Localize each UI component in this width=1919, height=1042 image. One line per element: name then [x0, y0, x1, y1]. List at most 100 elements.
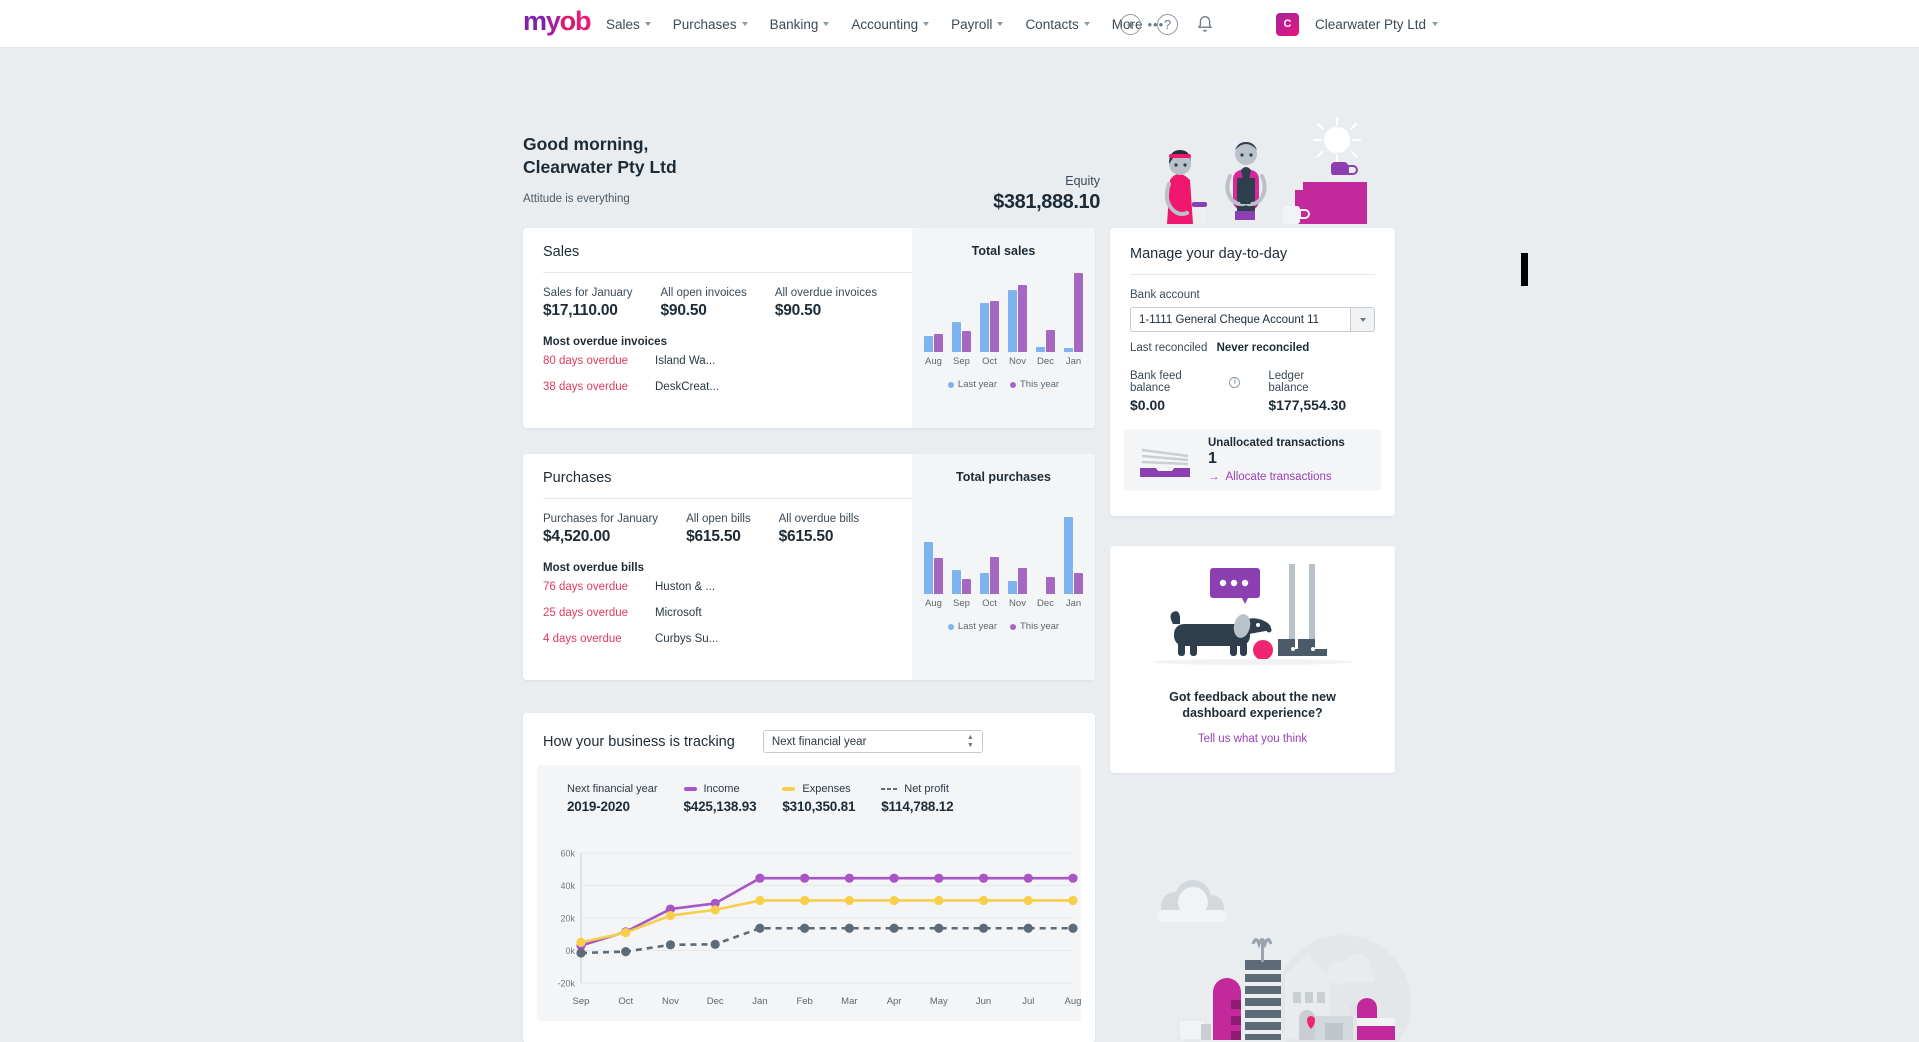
- nav-item-contacts[interactable]: Contacts: [1025, 17, 1090, 32]
- y-axis-tick-label: 20k: [560, 914, 575, 924]
- financial-period-value: Next financial year: [771, 735, 867, 748]
- stat-value: $4,520.00: [543, 528, 611, 545]
- chevron-down-icon[interactable]: [1350, 308, 1374, 331]
- bar-group: [1008, 284, 1027, 352]
- feedback-link[interactable]: Tell us what you think: [1198, 733, 1307, 745]
- total-sales-chart: Total sales Aug Sep Oct Nov Dec Jan Last year…: [912, 228, 1095, 428]
- last-reconciled-label: Last reconciled: [1130, 342, 1208, 354]
- tracking-legend: Next financial year 2019-2020 Income $42…: [537, 765, 1081, 814]
- legend-label: This year: [1020, 379, 1060, 390]
- x-axis-tick-label: Mar: [841, 996, 857, 1007]
- add-icon[interactable]: +: [1120, 13, 1141, 35]
- x-axis-tick-label: Dec: [707, 996, 724, 1007]
- overdue-label: 76 days overdue: [543, 581, 629, 593]
- legend-period: Next financial year 2019-2020: [567, 783, 658, 814]
- bar-group: [980, 557, 999, 594]
- total-purchases-chart-title: Total purchases: [956, 470, 1051, 484]
- bar-oct-this-year: [990, 557, 999, 594]
- myob-logo[interactable]: myob: [523, 8, 591, 35]
- bar-group: [1064, 272, 1083, 352]
- bar-nov-last-year: [1008, 580, 1017, 594]
- nav-item-sales[interactable]: Sales: [606, 17, 651, 32]
- bar-group: [952, 322, 971, 352]
- bar-oct-last-year: [980, 302, 989, 352]
- bar-nov-this-year: [1018, 567, 1027, 594]
- bar-group: [1008, 567, 1027, 594]
- x-axis-label: Oct: [982, 598, 997, 609]
- business-tracking-line-chart: 60k 40k 20k 0k -20k Sep Oct Nov Dec Jan Feb Mar Apr M…: [557, 849, 1081, 1008]
- total-purchases-legend: Last year This year: [912, 621, 1095, 632]
- company-switcher[interactable]: Clearwater Pty Ltd: [1315, 17, 1439, 32]
- point-expenses-Nov: [665, 910, 676, 921]
- x-axis-tick-label: Jun: [976, 996, 991, 1007]
- nav-item-accounting[interactable]: Accounting: [851, 17, 930, 32]
- chevron-down-icon: [644, 22, 651, 26]
- x-axis-label: Dec: [1037, 356, 1054, 367]
- help-icon[interactable]: ?: [1157, 13, 1178, 35]
- bar-aug-this-year: [934, 334, 943, 352]
- stat-value: $90.50: [660, 302, 707, 319]
- legend-net-profit-value: $114,788.12: [881, 799, 954, 814]
- bar-group: [980, 300, 999, 352]
- allocate-transactions-link[interactable]: → Allocate transactions: [1208, 471, 1345, 483]
- nav-label: Banking: [769, 16, 819, 32]
- notifications-bell-icon[interactable]: [1194, 13, 1216, 35]
- bar-dec-this-year: [1046, 577, 1055, 594]
- point-income-Jan: [755, 873, 765, 883]
- unallocated-transactions-panel: Unallocated transactions 1 → Allocate tr…: [1124, 429, 1381, 491]
- financial-period-select[interactable]: Next financial year ▲ ▼: [762, 730, 983, 753]
- total-sales-bars: [912, 268, 1095, 352]
- cafe-illustration: [1164, 117, 1367, 224]
- point-net-profit-Mar: [844, 923, 854, 933]
- point-expenses-Oct: [621, 928, 631, 938]
- x-axis-tick-label: Aug: [1065, 996, 1081, 1007]
- stepper-icon: ▲ ▼: [966, 733, 974, 749]
- business-tracking-card: How your business is tracking Next finan…: [523, 713, 1095, 1042]
- stat-label: All open invoices: [660, 287, 747, 299]
- y-axis-tick-label: 60k: [560, 849, 575, 859]
- line-expenses: [580, 899, 1073, 944]
- legend-income-label: Income: [703, 783, 740, 795]
- y-axis-tick-label: -20k: [557, 979, 575, 989]
- point-expenses-Mar: [844, 895, 854, 906]
- text-cursor-caret: [1521, 253, 1528, 286]
- legend-period-years: 2019-2020: [567, 799, 630, 814]
- stat-value: $17,110.00: [543, 302, 618, 319]
- x-axis-tick-label: Oct: [618, 996, 633, 1007]
- nav-item-banking[interactable]: Banking: [770, 17, 830, 32]
- stat-label: All overdue bills: [778, 513, 860, 525]
- bar-group: [1036, 577, 1055, 594]
- bank-feed-label: Bank feed balance: [1130, 370, 1182, 394]
- x-axis-label: Jan: [1065, 356, 1082, 367]
- total-sales-legend: Last year This year: [912, 379, 1095, 390]
- bar-nov-last-year: [1008, 290, 1017, 352]
- nav-item-payroll[interactable]: Payroll: [951, 17, 1004, 32]
- bar-sep-this-year: [962, 578, 971, 594]
- allocate-transactions-label: Allocate transactions: [1225, 471, 1332, 483]
- legend-dot-icon: [1010, 623, 1016, 630]
- stat-sales-for-month: Sales for January $17,110.00: [543, 287, 633, 320]
- stat-label: All open bills: [686, 513, 751, 525]
- legend-this-year: This year: [1010, 379, 1059, 390]
- y-axis-tick-label: 40k: [560, 881, 575, 891]
- bar-sep-this-year: [962, 331, 971, 352]
- x-axis-tick-label: Jul: [1022, 996, 1034, 1007]
- total-sales-chart-title: Total sales: [971, 244, 1036, 258]
- overdue-label: 80 days overdue: [543, 355, 629, 367]
- point-net-profit-Jun: [978, 923, 989, 933]
- x-axis-label: Dec: [1037, 598, 1054, 609]
- avatar[interactable]: C: [1276, 12, 1299, 36]
- top-navigation-bar: myob Sales Purchases Banking Accounting …: [0, 0, 1919, 48]
- point-net-profit-Jul: [1023, 923, 1033, 933]
- legend-dot-icon: [947, 623, 954, 630]
- bar-jan-this-year: [1074, 573, 1083, 594]
- stat-overdue-bills: All overdue bills $615.50: [779, 513, 860, 546]
- info-icon[interactable]: i: [1229, 376, 1241, 388]
- point-net-profit-Apr: [889, 923, 899, 933]
- bar-aug-this-year: [934, 557, 943, 594]
- bar-jan-last-year: [1064, 516, 1073, 594]
- bank-account-select[interactable]: 1-1111 General Cheque Account 11: [1130, 307, 1375, 332]
- x-axis-label: Oct: [982, 356, 997, 367]
- nav-item-purchases[interactable]: Purchases: [673, 17, 748, 32]
- legend-label: This year: [1020, 621, 1060, 632]
